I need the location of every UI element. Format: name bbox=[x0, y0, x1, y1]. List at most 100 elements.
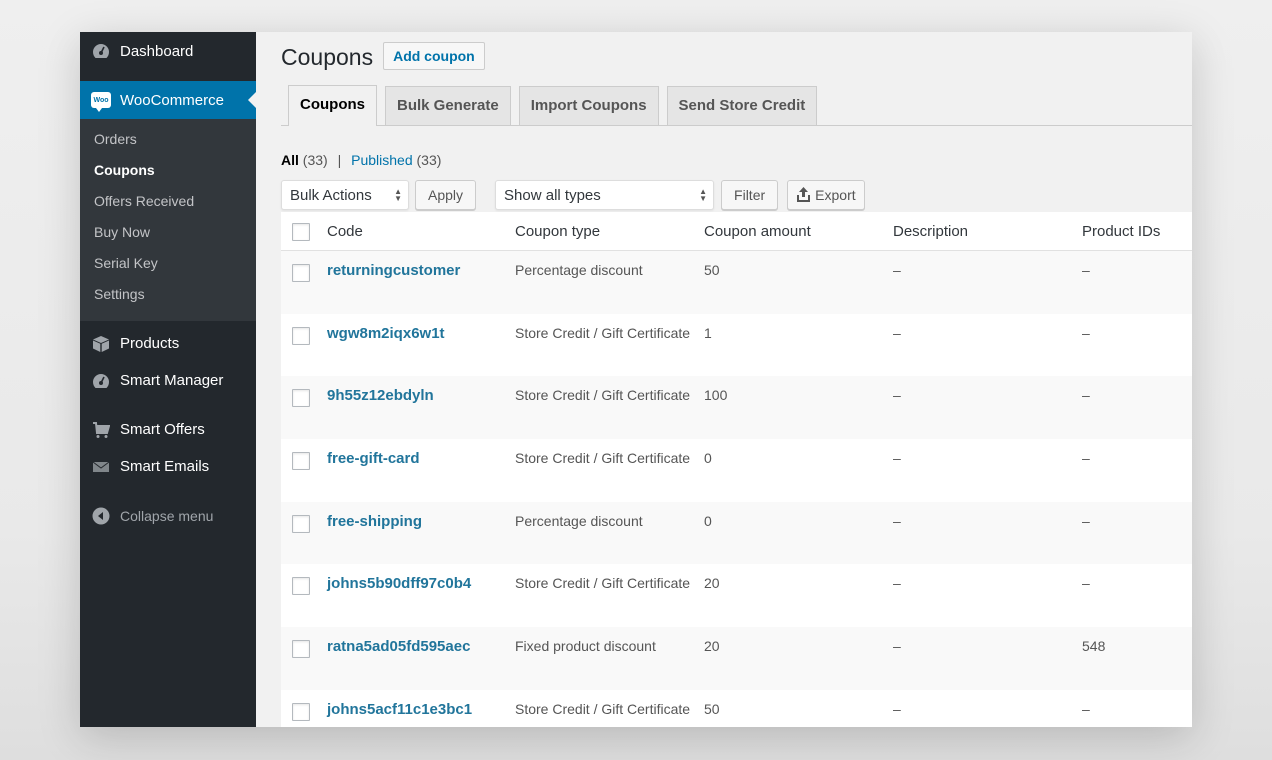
woo-badge: Woo bbox=[91, 92, 111, 112]
product-ids-cell: – bbox=[1082, 575, 1090, 592]
table-row: wgw8m2iqx6w1t Store Credit / Gift Certif… bbox=[281, 314, 1192, 377]
product-ids-cell: – bbox=[1082, 262, 1090, 278]
sidebar-item-products[interactable]: Products bbox=[80, 325, 256, 362]
coupon-type-cell: Percentage discount bbox=[515, 512, 643, 529]
filter-all-link[interactable]: All (33) bbox=[281, 152, 328, 168]
table-row: ratna5ad05fd595aec Fixed product discoun… bbox=[281, 627, 1192, 690]
row-checkbox[interactable] bbox=[292, 577, 310, 596]
table-body: returningcustomer Percentage discount 50… bbox=[281, 251, 1192, 727]
bulk-actions-select[interactable]: Bulk Actions ▲ ▼ bbox=[281, 180, 409, 210]
table-row: johns5acf11c1e3bc1 Store Credit / Gift C… bbox=[281, 690, 1192, 727]
column-header-coupon-type: Coupon type bbox=[515, 222, 601, 240]
sidebar-item-woocommerce[interactable]: Woo WooCommerce bbox=[80, 81, 256, 119]
filter-button[interactable]: Filter bbox=[721, 180, 779, 210]
sidebar-item-smart-manager[interactable]: Smart Manager bbox=[80, 362, 256, 399]
submenu-item-coupons[interactable]: Coupons bbox=[80, 156, 256, 187]
filter-published-count: (33) bbox=[416, 152, 442, 168]
coupon-amount-cell: 20 bbox=[704, 638, 720, 655]
coupon-type-select[interactable]: Show all types ▲ ▼ bbox=[495, 180, 715, 210]
description-cell: – bbox=[893, 324, 901, 341]
coupons-table: Code Coupon type Coupon amount Descripti… bbox=[281, 212, 1192, 727]
filter-label: Filter bbox=[734, 187, 766, 203]
cart-icon bbox=[91, 420, 111, 440]
envelope-icon bbox=[91, 457, 111, 477]
coupon-code-link[interactable]: free-gift-card bbox=[327, 450, 420, 467]
select-arrows-icon: ▲ ▼ bbox=[394, 187, 402, 203]
sidebar-item-dashboard[interactable]: Dashboard bbox=[80, 32, 256, 70]
coupon-type-value: Show all types bbox=[504, 186, 601, 204]
collapse-arrow-icon bbox=[91, 506, 111, 526]
coupon-type-cell: Store Credit / Gift Certificate bbox=[515, 387, 691, 404]
row-checkbox[interactable] bbox=[292, 326, 310, 345]
coupon-tabs: Coupons Bulk Generate Import Coupons Sen… bbox=[281, 85, 1192, 126]
coupon-amount-cell: 50 bbox=[704, 700, 720, 717]
tab-coupons[interactable]: Coupons bbox=[288, 85, 377, 126]
select-arrows-icon: ▲ ▼ bbox=[699, 187, 708, 203]
column-header-code[interactable]: Code bbox=[327, 223, 515, 240]
coupon-code-link[interactable]: johns5b90dff97c0b4 bbox=[327, 575, 471, 592]
app-window: Dashboard Woo WooCommerce Orders Coupons… bbox=[80, 32, 1192, 727]
filter-published-label: Published bbox=[351, 152, 413, 168]
filter-published-link[interactable]: Published (33) bbox=[351, 152, 441, 168]
coupon-code-link[interactable]: wgw8m2iqx6w1t bbox=[327, 325, 445, 342]
apply-label: Apply bbox=[428, 187, 464, 203]
page-title: Coupons bbox=[281, 43, 374, 70]
coupon-code-link[interactable]: 9h55z12ebdyln bbox=[327, 387, 434, 404]
description-cell: – bbox=[893, 638, 901, 655]
collapse-menu-button[interactable]: Collapse menu bbox=[80, 497, 256, 534]
sidebar-item-label: Dashboard bbox=[120, 42, 194, 60]
page-heading: Coupons Add coupon bbox=[281, 32, 1192, 80]
filter-separator: | bbox=[337, 152, 342, 168]
admin-sidebar: Dashboard Woo WooCommerce Orders Coupons… bbox=[80, 32, 256, 727]
add-coupon-button[interactable]: Add coupon bbox=[383, 42, 485, 70]
coupon-type-cell: Percentage discount bbox=[515, 262, 643, 278]
row-checkbox[interactable] bbox=[292, 452, 310, 471]
submenu-item-orders[interactable]: Orders bbox=[80, 125, 256, 156]
row-checkbox[interactable] bbox=[292, 264, 310, 282]
sidebar-item-label: Smart Manager bbox=[120, 372, 224, 389]
export-label: Export bbox=[815, 187, 856, 203]
apply-button[interactable]: Apply bbox=[415, 180, 477, 210]
sidebar-item-smart-emails[interactable]: Smart Emails bbox=[80, 448, 256, 485]
filter-all-label: All bbox=[281, 152, 299, 168]
coupon-code-link[interactable]: free-shipping bbox=[327, 513, 422, 530]
row-checkbox[interactable] bbox=[292, 514, 310, 533]
bulk-actions-value: Bulk Actions bbox=[290, 186, 372, 204]
column-header-product-ids: Product IDs bbox=[1082, 222, 1161, 240]
export-button[interactable]: Export bbox=[787, 180, 865, 210]
product-ids-cell: – bbox=[1082, 700, 1090, 717]
smart-manager-gauge-icon bbox=[91, 371, 111, 391]
tab-import-coupons[interactable]: Import Coupons bbox=[518, 86, 659, 125]
submenu-item-settings[interactable]: Settings bbox=[80, 280, 256, 311]
sidebar-item-smart-offers[interactable]: Smart Offers bbox=[80, 411, 256, 448]
coupon-amount-cell: 100 bbox=[704, 387, 728, 404]
product-ids-cell: 548 bbox=[1082, 638, 1106, 655]
submenu-item-buy-now[interactable]: Buy Now bbox=[80, 218, 256, 249]
woocommerce-icon: Woo bbox=[91, 90, 111, 112]
row-checkbox[interactable] bbox=[292, 640, 310, 659]
export-upload-icon bbox=[796, 187, 811, 203]
description-cell: – bbox=[893, 262, 901, 278]
coupon-code-link[interactable]: ratna5ad05fd595aec bbox=[327, 638, 470, 655]
coupon-type-cell: Store Credit / Gift Certificate bbox=[515, 450, 691, 467]
coupon-amount-cell: 0 bbox=[704, 450, 712, 467]
coupon-type-cell: Fixed product discount bbox=[515, 638, 656, 655]
table-header: Code Coupon type Coupon amount Descripti… bbox=[281, 212, 1192, 251]
tab-bulk-generate[interactable]: Bulk Generate bbox=[385, 86, 511, 125]
coupon-amount-cell: 0 bbox=[704, 512, 712, 529]
row-checkbox[interactable] bbox=[292, 702, 310, 721]
product-ids-cell: – bbox=[1082, 324, 1090, 341]
woocommerce-submenu: Orders Coupons Offers Received Buy Now S… bbox=[80, 119, 256, 321]
coupon-code-link[interactable]: johns5acf11c1e3bc1 bbox=[327, 701, 472, 718]
submenu-item-offers-received[interactable]: Offers Received bbox=[80, 187, 256, 218]
submenu-item-serial-key[interactable]: Serial Key bbox=[80, 249, 256, 280]
tab-send-store-credit[interactable]: Send Store Credit bbox=[666, 86, 818, 125]
product-ids-cell: – bbox=[1082, 387, 1090, 404]
coupon-code-link[interactable]: returningcustomer bbox=[327, 262, 460, 279]
row-checkbox[interactable] bbox=[292, 389, 310, 408]
dashboard-gauge-icon bbox=[91, 41, 111, 61]
coupon-type-cell: Store Credit / Gift Certificate bbox=[515, 575, 691, 592]
products-box-icon bbox=[91, 334, 111, 354]
description-cell: – bbox=[893, 575, 901, 592]
select-all-checkbox[interactable] bbox=[292, 222, 310, 241]
